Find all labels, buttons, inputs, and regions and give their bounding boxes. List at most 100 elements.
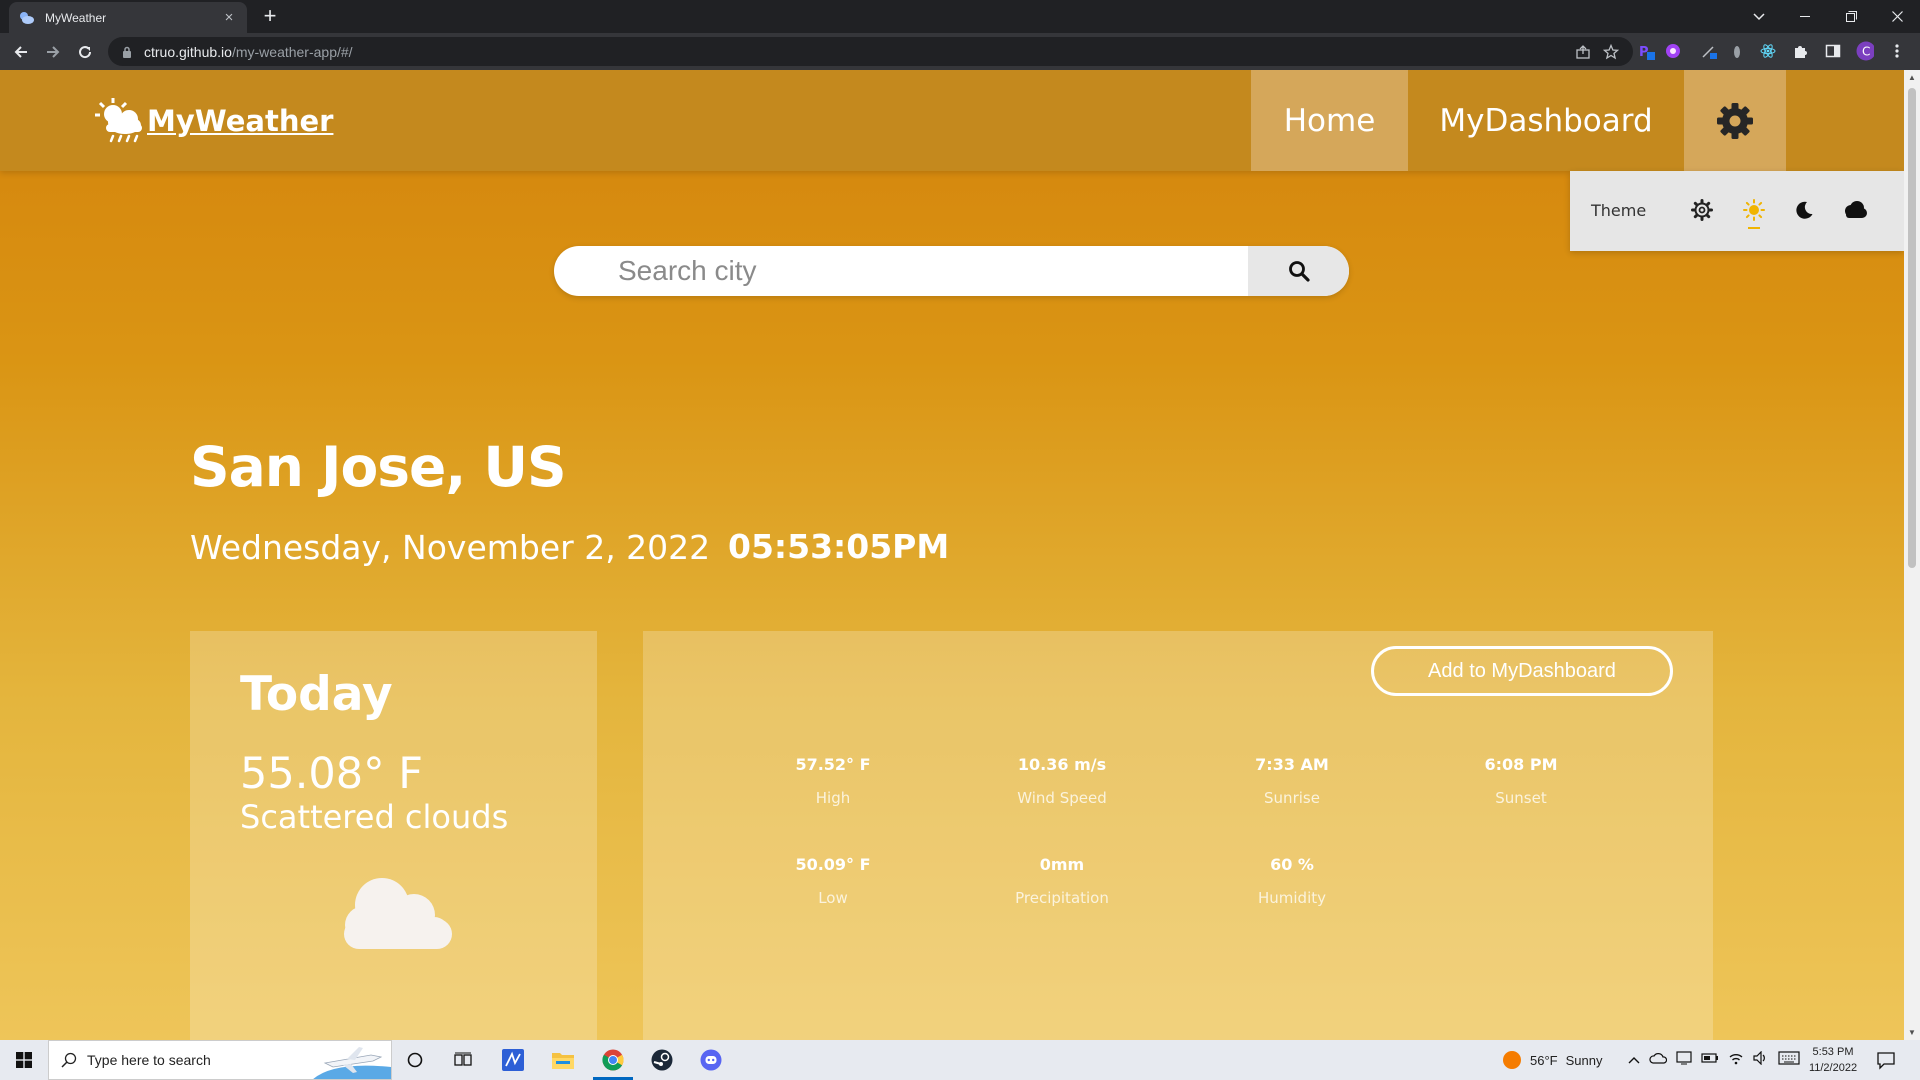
new-tab-button[interactable]: + [258,5,282,29]
sun-icon [1743,199,1765,221]
discord-icon[interactable] [687,1040,735,1080]
weather-favicon-icon [19,10,35,26]
search-highlight-airplane-icon [311,1041,391,1079]
theme-dropdown: Theme [1570,171,1904,251]
stat-humidity: 60 % Humidity [1192,855,1392,907]
stat-label: Sunrise [1264,789,1320,807]
stat-label: Sunset [1495,789,1547,807]
show-hidden-icons-icon[interactable] [1628,1051,1640,1069]
notification-center-icon[interactable] [1876,1050,1896,1070]
page-scrollbar[interactable]: ▲ ▼ [1904,70,1920,1040]
bookmark-star-icon[interactable] [1602,43,1620,63]
clock-time: 5:53 PM [1812,1046,1854,1058]
cortana-icon[interactable] [391,1040,439,1080]
window-close-icon[interactable] [1874,0,1920,33]
side-panel-icon[interactable] [1824,42,1842,60]
profile-avatar[interactable]: C [1856,41,1874,61]
chrome-taskbar-icon[interactable] [589,1040,637,1080]
stat-wind-speed: 10.36 m/s Wind Speed [962,755,1162,807]
tab-close-icon[interactable]: × [221,9,237,26]
extension-gray-icon[interactable] [1728,42,1746,60]
today-title: Today [240,667,393,722]
restore-icon[interactable] [1828,0,1874,33]
steam-icon[interactable] [638,1040,686,1080]
browser-tab-bar: MyWeather × + [0,0,1920,33]
add-to-dashboard-button[interactable]: Add to MyDashboard [1371,646,1673,696]
search-bar [554,246,1349,296]
browser-menu-icon[interactable] [1888,42,1906,60]
forward-arrow-icon[interactable] [41,40,65,64]
url-host: ctruo.github.io [144,43,232,60]
stat-high: 57.52° F High [733,755,933,807]
nav-home[interactable]: Home [1251,70,1408,171]
taskbar-app-editor-icon[interactable] [489,1040,537,1080]
extension-p-icon[interactable]: P [1637,42,1655,60]
nav-mydashboard[interactable]: MyDashboard [1408,70,1684,171]
minimize-icon[interactable] [1782,0,1828,33]
system-tray [1628,1040,1800,1080]
search-city-input[interactable] [554,246,1248,296]
theme-cloud-option[interactable] [1840,195,1870,225]
reload-icon[interactable] [73,40,97,64]
extension-react-icon[interactable] [1759,42,1777,60]
windows-logo-icon [16,1052,32,1068]
display-icon[interactable] [1676,1050,1692,1070]
stat-label: Low [818,889,848,907]
scrollbar-thumb[interactable] [1908,88,1916,568]
wifi-icon[interactable] [1728,1051,1744,1070]
search-icon [61,1052,77,1068]
file-explorer-icon[interactable] [539,1040,587,1080]
windows-taskbar: Type here to search 56°F Sunny 5:53 PM 1… [0,1040,1920,1080]
tab-title: MyWeather [45,10,107,25]
scroll-up-arrow-icon[interactable]: ▲ [1908,73,1916,82]
volume-icon[interactable] [1753,1050,1769,1070]
search-button[interactable] [1248,246,1349,296]
stat-value: 7:33 AM [1255,755,1329,774]
stat-label: Wind Speed [1017,789,1107,807]
onedrive-cloud-icon[interactable] [1649,1051,1668,1069]
stat-precipitation: 0mm Precipitation [962,855,1162,907]
browser-tab[interactable]: MyWeather × [9,2,247,33]
page-viewport: MyWeather Home MyDashboard Theme Search … [0,70,1904,1040]
theme-system-option[interactable] [1687,195,1717,225]
stat-value: 6:08 PM [1484,755,1558,774]
settings-gear-icon [1717,102,1753,139]
taskbar-clock[interactable]: 5:53 PM 11/2/2022 [1794,1044,1872,1076]
sun-icon [1503,1051,1521,1069]
weather-logo-icon [95,98,142,143]
battery-icon[interactable] [1701,1051,1719,1069]
stat-value: 50.09° F [795,855,871,874]
clock-date: 11/2/2022 [1808,1062,1858,1074]
cloud-icon [344,878,452,949]
app-navbar: MyWeather Home MyDashboard [0,70,1904,171]
browser-toolbar: ctruo.github.io/my-weather-app/#/ P C [0,33,1920,70]
stat-sunrise: 7:33 AM Sunrise [1192,755,1392,807]
task-view-icon[interactable] [439,1040,487,1080]
scroll-down-arrow-icon[interactable]: ▼ [1908,1028,1916,1037]
brand-link[interactable]: MyWeather [95,98,333,144]
brand-name: MyWeather [147,104,334,138]
stat-label: Humidity [1257,889,1326,907]
city-heading: San Jose, US [190,435,567,499]
address-bar[interactable]: ctruo.github.io/my-weather-app/#/ [108,37,1633,66]
lock-icon [122,46,134,58]
theme-label: Theme [1591,201,1647,220]
start-button[interactable] [0,1040,48,1080]
theme-light-option[interactable] [1739,195,1769,229]
extensions-puzzle-icon[interactable] [1791,42,1809,60]
back-arrow-icon[interactable] [9,40,33,64]
taskbar-weather-temp: 56°F [1530,1052,1558,1068]
current-date: Wednesday, November 2, 2022 [190,528,711,567]
cloud-icon [1845,201,1867,218]
taskbar-weather-widget[interactable]: 56°F Sunny [1502,1040,1602,1080]
settings-button[interactable] [1684,70,1786,171]
taskbar-search-box[interactable]: Type here to search [48,1040,392,1080]
search-icon [1288,261,1310,282]
tab-search-icon[interactable] [1736,0,1782,33]
current-time: 05:53:05PM [728,527,950,566]
theme-dark-option[interactable] [1789,195,1819,225]
extension-purple-icon[interactable] [1664,42,1682,60]
extension-pen-icon[interactable] [1700,42,1718,60]
share-icon[interactable] [1575,44,1591,63]
weather-details-card: Add to MyDashboard 57.52° F High 10.36 m… [643,631,1713,1040]
